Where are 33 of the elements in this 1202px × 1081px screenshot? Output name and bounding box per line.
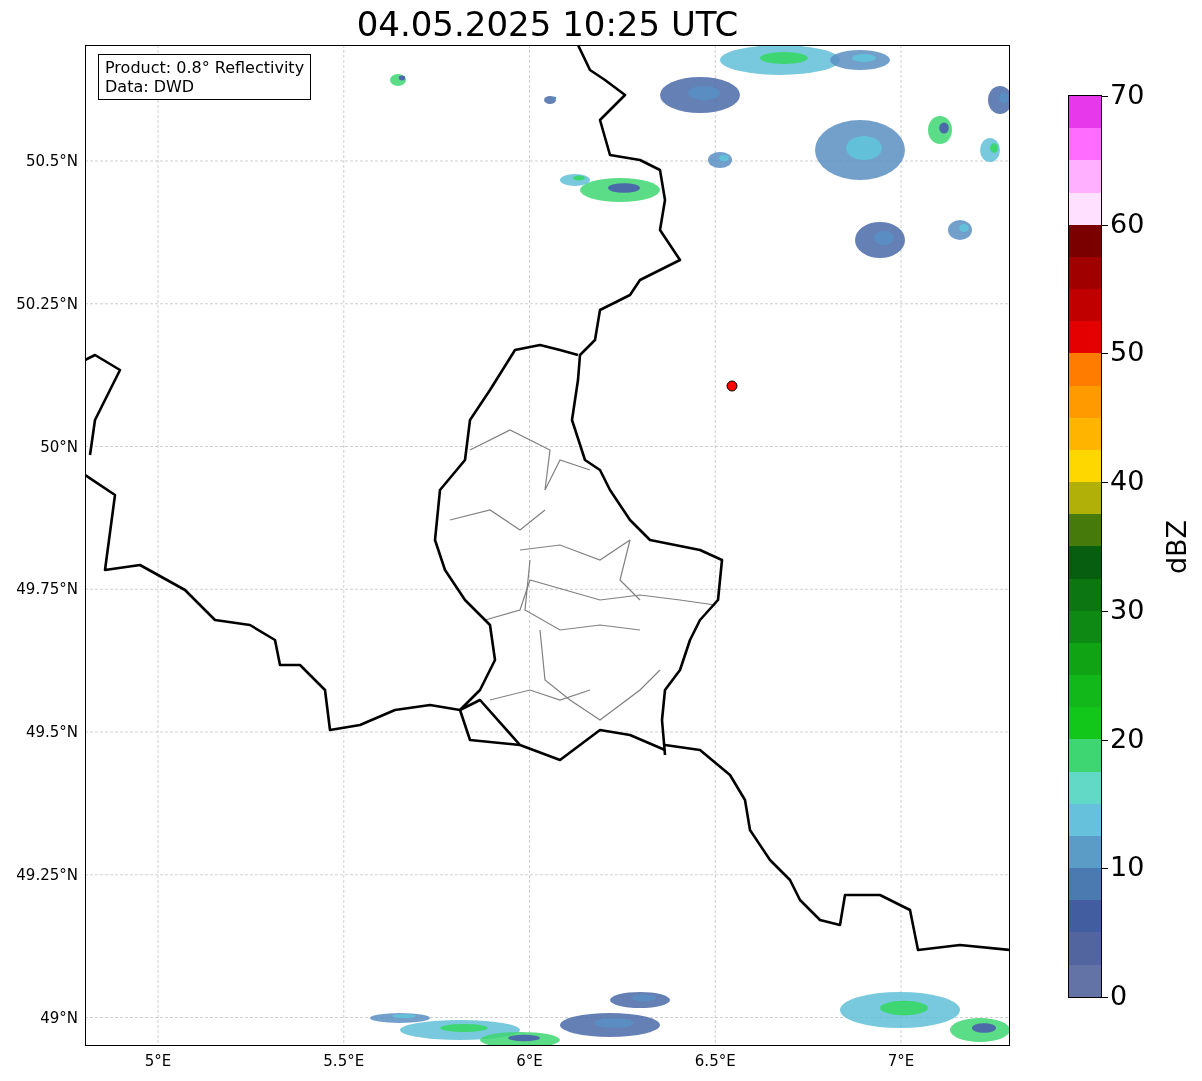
colorbar-tick-mark (1102, 610, 1108, 612)
longitude-label: 5.5°E (322, 1052, 366, 1070)
colorbar-tick-mark (1102, 224, 1108, 226)
longitude-label: 7°E (886, 1052, 916, 1070)
info-text: Product: 0.8° Reflectivity (105, 58, 305, 77)
colorbar-tick-label: 0 (1110, 980, 1128, 1012)
colorbar-axis-label: dBZ (1161, 519, 1194, 575)
location-marker-icon (726, 380, 738, 392)
colorbar-tick-mark (1102, 482, 1108, 484)
colorbar-tick-mark (1102, 96, 1108, 97)
longitude-label: 6°E (515, 1052, 544, 1070)
colorbar-tick-mark (1102, 868, 1108, 870)
colorbar-tick-label: 60 (1110, 207, 1145, 240)
info-text: Data: DWD (105, 77, 196, 96)
latitude-label: 50.5°N (25, 152, 78, 170)
colorbar-tick-mark (1102, 997, 1108, 998)
latitude-label: 49.25°N (16, 865, 78, 884)
latitude-label: 49.75°N (16, 580, 78, 599)
chart-title: 04.05.2025 10:25 UTC (355, 3, 740, 46)
colorbar-tick-label: 10 (1110, 851, 1145, 884)
colorbar-tick-label: 20 (1110, 722, 1145, 755)
colorbar-tick-mark (1102, 739, 1108, 741)
latitude-label: 49.5°N (25, 723, 78, 741)
longitude-label: 5°E (143, 1052, 173, 1070)
colorbar-tick-label: 70 (1110, 79, 1145, 111)
latitude-label: 50.25°N (16, 294, 78, 313)
colorbar-tick-label: 40 (1110, 465, 1145, 498)
colorbar-tick-label: 50 (1110, 336, 1145, 369)
longitude-label: 6.5°E (693, 1052, 737, 1070)
colorbar-tick-mark (1102, 353, 1108, 355)
latitude-label: 50°N (40, 437, 78, 456)
latitude-label: 49°N (40, 1008, 78, 1027)
colorbar-tick-label: 30 (1110, 593, 1145, 626)
